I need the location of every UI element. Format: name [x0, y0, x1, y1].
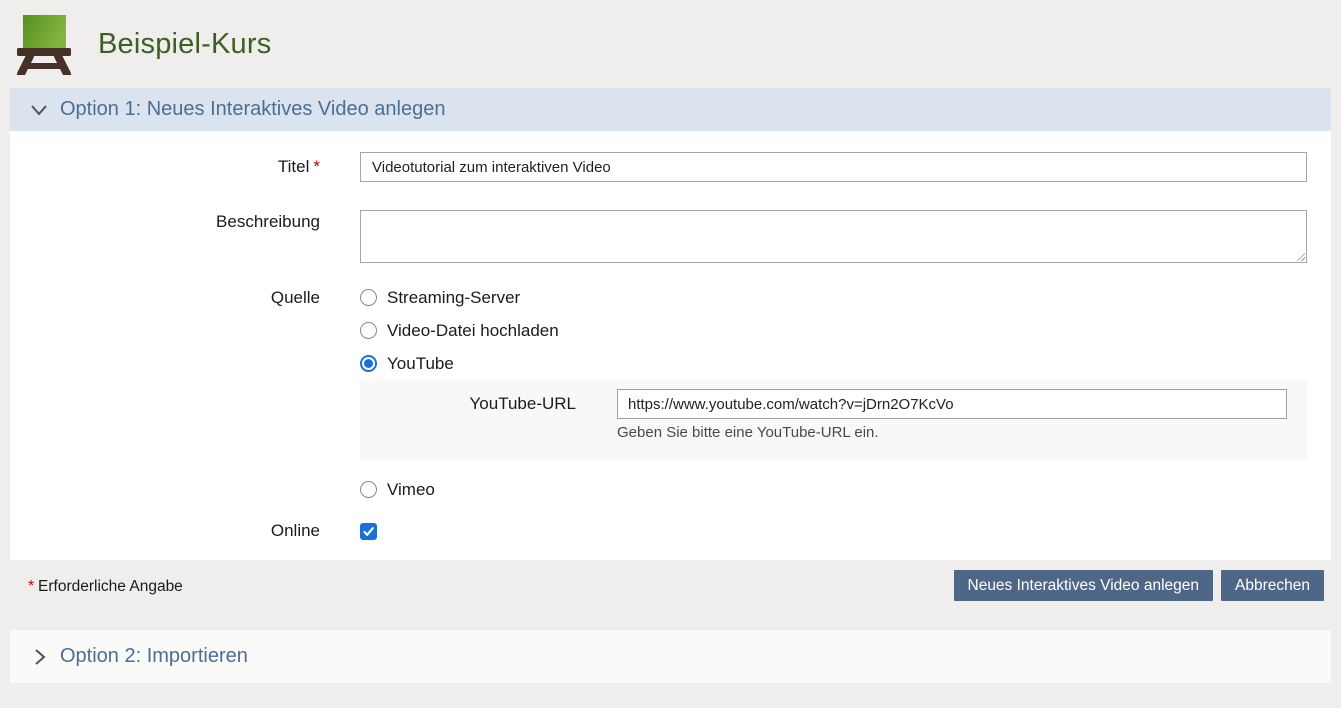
online-row: Online	[10, 521, 1331, 541]
required-asterisk: *	[28, 578, 34, 595]
section-title-option2: Option 2: Importieren	[60, 645, 248, 668]
beschreibung-label: Beschreibung	[10, 202, 360, 242]
radio-youtube[interactable]: YouTube	[360, 347, 1307, 380]
beschreibung-textarea[interactable]	[360, 210, 1307, 263]
online-checkbox[interactable]	[360, 523, 377, 540]
radio-label: Vimeo	[387, 480, 435, 500]
radio-label: Streaming-Server	[387, 288, 520, 308]
youtube-url-input[interactable]	[617, 389, 1287, 419]
quelle-row: Quelle Streaming-Server Video-Datei hoch…	[10, 281, 1331, 506]
section-header-option1[interactable]: Option 1: Neues Interaktives Video anleg…	[10, 88, 1331, 131]
submit-button[interactable]: Neues Interaktives Video anlegen	[954, 570, 1214, 601]
section-title-option1: Option 1: Neues Interaktives Video anleg…	[60, 98, 445, 121]
youtube-url-subpanel: YouTube-URL Geben Sie bitte eine YouTube…	[360, 380, 1307, 460]
radio-button[interactable]	[360, 481, 377, 498]
radio-label: YouTube	[387, 354, 454, 374]
titel-row: Titel*	[10, 152, 1331, 182]
radio-button[interactable]	[360, 322, 377, 339]
youtube-url-label: YouTube-URL	[360, 394, 617, 414]
option1-panel: Option 1: Neues Interaktives Video anleg…	[10, 88, 1331, 560]
radio-label: Video-Datei hochladen	[387, 321, 559, 341]
course-easel-icon	[14, 13, 74, 75]
check-icon	[362, 525, 375, 538]
radio-button[interactable]	[360, 289, 377, 306]
chevron-right-icon	[29, 647, 49, 667]
radio-vimeo[interactable]: Vimeo	[360, 473, 1307, 506]
page-title: Beispiel-Kurs	[98, 28, 271, 61]
radio-streaming-server[interactable]: Streaming-Server	[360, 281, 1307, 314]
quelle-label: Quelle	[10, 281, 360, 314]
online-label: Online	[10, 521, 360, 541]
titel-label: Titel*	[10, 157, 360, 177]
option2-panel: Option 2: Importieren	[10, 630, 1331, 683]
beschreibung-row: Beschreibung	[10, 210, 1331, 263]
page-header: Beispiel-Kurs	[0, 0, 1341, 88]
titel-input[interactable]	[360, 152, 1307, 182]
cancel-button[interactable]: Abbrechen	[1221, 570, 1324, 601]
option1-form: Titel* Beschreibung Quelle Streami	[10, 131, 1331, 560]
section-header-option2[interactable]: Option 2: Importieren	[10, 630, 1331, 683]
required-note: *Erforderliche Angabe	[28, 570, 946, 596]
radio-button[interactable]	[360, 355, 377, 372]
required-asterisk: *	[313, 157, 320, 176]
radio-video-datei-hochladen[interactable]: Video-Datei hochladen	[360, 314, 1307, 347]
youtube-url-hint: Geben Sie bitte eine YouTube-URL ein.	[617, 424, 1287, 441]
form-footer: *Erforderliche Angabe Neues Interaktives…	[0, 560, 1341, 630]
chevron-down-icon	[29, 100, 49, 120]
